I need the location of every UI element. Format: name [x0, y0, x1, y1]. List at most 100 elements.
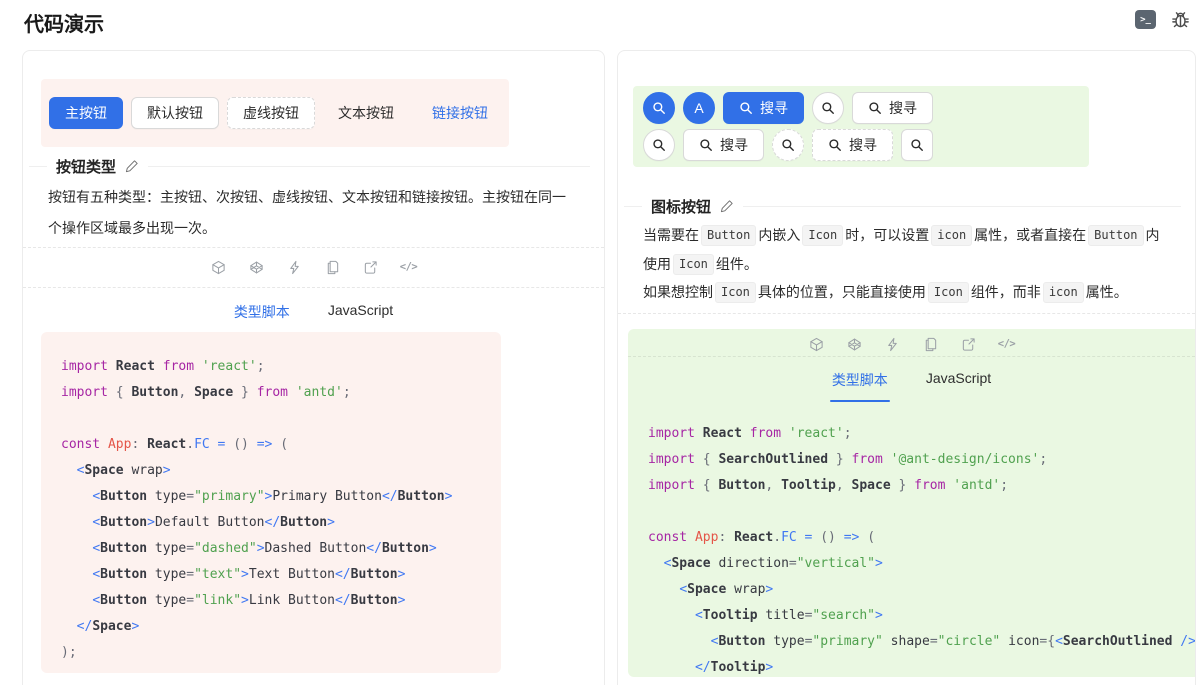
code-line: <Space wrap> — [61, 458, 501, 484]
bug-icon[interactable] — [1171, 10, 1190, 29]
code-line: import { Button, Space } from 'antd'; — [61, 380, 501, 406]
text-run: 按钮有五种类型：主按钮、次按钮、虚线按钮、文本按钮和链接按钮。主按钮在同一个操作… — [48, 189, 566, 236]
demo-button-主按钮[interactable]: 主按钮 — [49, 97, 123, 129]
button-label: 搜寻 — [889, 98, 917, 118]
search-icon — [828, 138, 842, 152]
code-line: <Space direction="vertical"> — [648, 551, 1195, 577]
code-line: </Space> — [61, 614, 501, 640]
search-icon — [910, 138, 924, 152]
search-icon — [652, 101, 666, 115]
section-header-button-type: 按钮类型 — [29, 155, 590, 177]
text-run: 时，可以设置 — [845, 227, 929, 243]
section-title: 图标按钮 — [651, 196, 711, 217]
inline-code: icon — [1043, 282, 1084, 303]
demo-button-搜寻[interactable]: 搜寻 — [852, 92, 933, 124]
demo-button-search[interactable] — [901, 129, 933, 161]
terminal-icon[interactable] — [1135, 10, 1156, 29]
tab-typescript[interactable]: 类型脚本 — [232, 294, 292, 334]
text-run: 属性，或者直接在 — [974, 227, 1086, 243]
paragraph: 按钮有五种类型：主按钮、次按钮、虚线按钮、文本按钮和链接按钮。主按钮在同一个操作… — [48, 182, 579, 244]
demo-button-链接按钮[interactable]: 链接按钮 — [417, 97, 503, 129]
demo-button-搜寻[interactable]: 搜寻 — [812, 129, 893, 161]
demo-button-row: 搜寻 搜寻 — [643, 129, 1089, 161]
tab-javascript[interactable]: JavaScript — [924, 362, 993, 402]
thunderbolt-icon[interactable] — [885, 336, 901, 352]
text-run: 当需要在 — [643, 227, 699, 243]
tab-typescript[interactable]: 类型脚本 — [830, 362, 890, 402]
inline-code: Icon — [715, 282, 756, 303]
search-icon — [781, 138, 795, 152]
thunderbolt-icon[interactable] — [287, 259, 303, 275]
demo-button-搜寻[interactable]: 搜寻 — [723, 92, 804, 124]
inline-code: Button — [701, 225, 756, 246]
demo-button-search[interactable] — [772, 129, 804, 161]
inline-code: Button — [1088, 225, 1143, 246]
description-button-type: 按钮有五种类型：主按钮、次按钮、虚线按钮、文本按钮和链接按钮。主按钮在同一个操作… — [48, 182, 579, 244]
demo-button-搜寻[interactable]: 搜寻 — [683, 129, 764, 161]
header-actions — [1135, 10, 1190, 29]
code-line: import { SearchOutlined } from '@ant-des… — [648, 447, 1195, 473]
export-icon[interactable] — [363, 259, 379, 275]
code-line: <Button type="text">Text Button</Button> — [61, 562, 501, 588]
code-line: <Button type="link">Link Button</Button> — [61, 588, 501, 614]
description-icon-button: 当需要在Button内嵌入Icon时，可以设置icon属性，或者直接在Butto… — [643, 221, 1165, 307]
edit-icon[interactable] — [720, 199, 734, 213]
section-title: 按钮类型 — [56, 156, 116, 177]
code-icon[interactable]: </> — [401, 259, 417, 275]
demo-button-row: A 搜寻 搜寻 — [643, 92, 1089, 124]
dashed-divider — [618, 313, 1195, 314]
tab-javascript[interactable]: JavaScript — [326, 294, 395, 334]
search-icon — [652, 138, 666, 152]
text-run: 内嵌入 — [758, 227, 800, 243]
code-line: </Tooltip> — [648, 655, 1195, 677]
demo-button-文本按钮[interactable]: 文本按钮 — [323, 97, 409, 129]
code-line — [648, 499, 1195, 525]
demo-button-虚线按钮[interactable]: 虚线按钮 — [227, 97, 315, 129]
inline-code: icon — [931, 225, 972, 246]
button-label: 搜寻 — [849, 135, 877, 155]
button-label: A — [694, 100, 703, 116]
demo-button-search[interactable] — [643, 92, 675, 124]
export-icon[interactable] — [961, 336, 977, 352]
dashed-divider — [628, 356, 1195, 357]
snippets-icon[interactable] — [923, 336, 939, 352]
demo-card-icon-button: A搜寻搜寻搜寻搜寻 图标按钮 当需要在Button内嵌入Icon时，可以设置ic… — [617, 50, 1196, 685]
inline-code: Icon — [802, 225, 843, 246]
codepen-icon[interactable] — [847, 336, 863, 352]
inline-code: Icon — [928, 282, 969, 303]
codepen-icon[interactable] — [249, 259, 265, 275]
divider-line — [29, 166, 47, 167]
code-icon[interactable]: </> — [999, 336, 1015, 352]
code-line: <Space wrap> — [648, 577, 1195, 603]
code-block-typescript: import React from 'react';import { Butto… — [41, 332, 501, 673]
code-line: const App: React.FC = () => ( — [648, 525, 1195, 551]
code-line: <Tooltip title="search"> — [648, 603, 1195, 629]
code-line: <Button type="primary">Primary Button</B… — [61, 484, 501, 510]
code-line: import React from 'react'; — [61, 354, 501, 380]
paragraph: 如果想控制Icon具体的位置，只能直接使用Icon组件，而非icon属性。 — [643, 278, 1165, 307]
demo-button-search[interactable] — [812, 92, 844, 124]
button-label: 搜寻 — [720, 135, 748, 155]
codesandbox-icon[interactable] — [211, 259, 227, 275]
code-line: <Button type="primary" shape="circle" ic… — [648, 629, 1195, 655]
edit-icon[interactable] — [125, 159, 139, 173]
button-label: 搜寻 — [760, 98, 788, 118]
code-line: import { Button, Tooltip, Space } from '… — [648, 473, 1195, 499]
text-run: 组件，而非 — [971, 284, 1041, 300]
code-panel: </> 类型脚本 JavaScript import React from 're… — [628, 329, 1195, 677]
search-icon — [699, 138, 713, 152]
button-label: 虚线按钮 — [243, 103, 299, 123]
inline-code: Icon — [673, 254, 714, 275]
code-block-typescript: import React from 'react';import { Searc… — [628, 421, 1195, 677]
demo-button-search[interactable] — [643, 129, 675, 161]
demo-button-A[interactable]: A — [683, 92, 715, 124]
demo-toolbar: </> — [23, 257, 604, 277]
code-line: import React from 'react'; — [648, 421, 1195, 447]
button-label: 主按钮 — [65, 103, 107, 123]
demo-button-默认按钮[interactable]: 默认按钮 — [131, 97, 219, 129]
snippets-icon[interactable] — [325, 259, 341, 275]
page-title: 代码演示 — [24, 8, 104, 37]
codesandbox-icon[interactable] — [809, 336, 825, 352]
demo-area-button-type: 主按钮 默认按钮 虚线按钮 文本按钮链接按钮 — [41, 79, 509, 147]
demo-area-icon-button: A搜寻搜寻搜寻搜寻 — [633, 86, 1089, 167]
